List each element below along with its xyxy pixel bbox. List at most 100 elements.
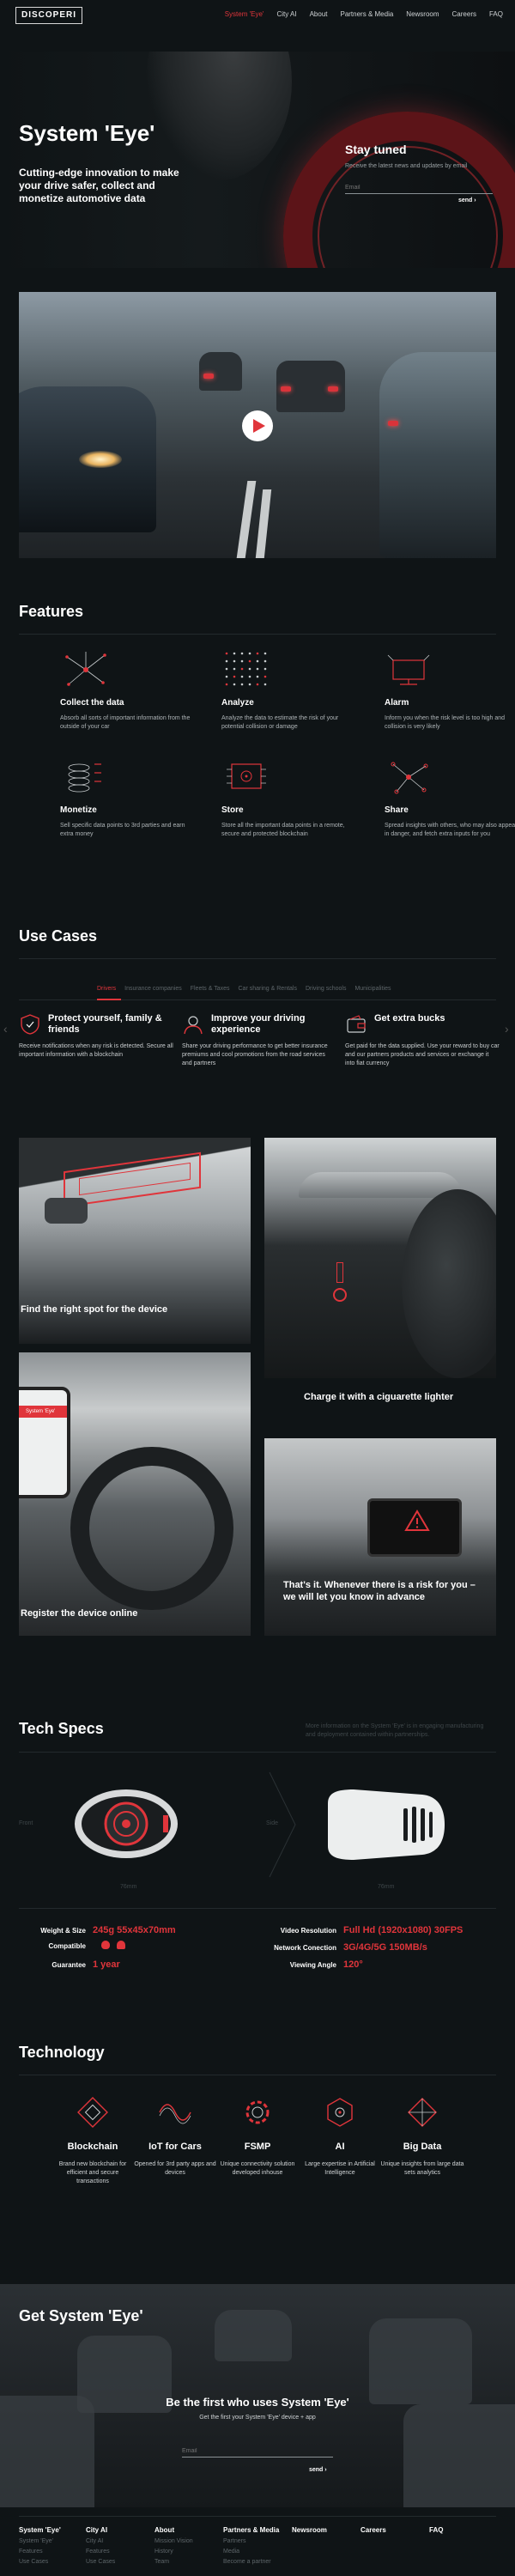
feature-name: Analyze [221, 698, 254, 708]
use-cases-title: Use Cases [19, 927, 98, 945]
tab-fleets[interactable]: Fleets & Taxes [191, 986, 230, 992]
feature-desc: Inform you when the risk level is too hi… [385, 715, 506, 730]
dot [240, 667, 244, 671]
driver-silhouette [402, 1189, 496, 1378]
nav-link-partners-media[interactable]: Partners & Media [340, 10, 393, 18]
footer-link[interactable]: Become a partner [223, 2559, 300, 2565]
nav-link-faq[interactable]: FAQ [489, 10, 503, 18]
footer-link[interactable]: System 'Eye' [19, 2538, 88, 2544]
spec-row: Weight & Size 245g 55x45x70mm [0, 1925, 175, 1935]
dot [240, 683, 244, 686]
footer-col: Partners & Media Partners Media Become a… [223, 2526, 300, 2565]
nav-link-system-eye[interactable]: System 'Eye' [225, 10, 264, 18]
promo-video[interactable] [19, 292, 496, 558]
feature-store: Store Store all the important data point… [221, 756, 367, 839]
footer-heading[interactable]: FAQ [429, 2526, 498, 2534]
use-case-desc: Get paid for the data supplied. Use your… [345, 1043, 500, 1066]
footer-col: About Mission Vision History Team [154, 2526, 223, 2565]
gear-icon [240, 2095, 275, 2129]
newsletter-send-button[interactable]: send › [458, 197, 476, 204]
footer-link[interactable]: Use Cases [19, 2559, 88, 2565]
dash-screen [367, 1498, 462, 1557]
tab-driving-schools[interactable]: Driving schools [306, 986, 346, 992]
signup-email-input[interactable] [182, 2445, 333, 2458]
technology-title: Technology [19, 2044, 105, 2061]
tech-desc: Large expertise in Artificial Intelligen… [305, 2161, 375, 2176]
spec-label: Guarantee [52, 1961, 86, 1969]
taillight [203, 374, 214, 379]
tab-underline-track [19, 999, 496, 1000]
dot [233, 683, 236, 686]
dot [248, 675, 251, 678]
hero-device-shadow [146, 52, 292, 180]
lane-marking [236, 481, 257, 558]
nav-link-city-ai[interactable]: City AI [276, 10, 296, 18]
rear-mirror [45, 1198, 88, 1224]
footer-heading[interactable]: Newsroom [292, 2526, 360, 2534]
get-system-subtitle: Get the first your System 'Eye' device +… [199, 2415, 316, 2421]
spec-row: Network Conection 3G/4G/5G 150MB/s [249, 1942, 427, 1953]
network-icon [60, 648, 206, 691]
footer-link[interactable]: Features [86, 2549, 154, 2555]
phone-app-header: System 'Eye' [19, 1406, 67, 1418]
footer-heading[interactable]: Careers [360, 2526, 429, 2534]
bg-car [215, 2310, 292, 2361]
dot [256, 667, 259, 671]
bg-car [369, 2318, 472, 2404]
chevron-left-icon[interactable]: ‹ [3, 1022, 12, 1039]
nav-link-careers[interactable]: Careers [452, 10, 476, 18]
shield-icon [19, 1013, 41, 1036]
dot [264, 652, 267, 655]
spec-row: Compatible [0, 1941, 125, 1950]
dot [240, 659, 244, 663]
footer-link[interactable]: Media [223, 2549, 300, 2555]
feature-desc: Sell specific data points to 3rd parties… [60, 823, 185, 837]
play-button[interactable] [242, 410, 273, 441]
footer-heading[interactable]: System 'Eye' [19, 2526, 88, 2534]
tab-municipalities[interactable]: Municipalities [354, 986, 391, 992]
footer-link[interactable]: Partners [223, 2538, 300, 2544]
newsletter-email-input[interactable] [345, 182, 493, 194]
use-case-desc: Share your driving performance to get be… [182, 1043, 328, 1066]
feature-desc: Analyze the data to estimate the risk of… [221, 715, 339, 730]
nav-links: System 'Eye' City AI About Partners & Me… [225, 10, 503, 18]
spec-label: Compatible [48, 1942, 86, 1950]
footer-heading[interactable]: About [154, 2526, 223, 2534]
logo[interactable]: DISCOPERI [15, 7, 83, 24]
use-case-title: Improve your driving experience [211, 1013, 306, 1035]
car-ahead [299, 1172, 462, 1198]
nav-link-about[interactable]: About [310, 10, 328, 18]
spec-label: Video Resolution [280, 1927, 336, 1935]
dot [240, 675, 244, 678]
nav-link-newsroom[interactable]: Newsroom [406, 10, 439, 18]
tab-car-sharing[interactable]: Car sharing & Rentals [239, 986, 297, 992]
footer-link[interactable]: City AI [86, 2538, 154, 2544]
footer-link[interactable]: Mission Vision [154, 2538, 223, 2544]
alarm-screen-icon [385, 648, 515, 691]
tab-insurance[interactable]: Insurance companies [124, 986, 182, 992]
chevron-right-icon[interactable]: › [505, 1022, 513, 1039]
footer-link[interactable]: Team [154, 2559, 223, 2565]
spec-label: Viewing Angle [289, 1961, 336, 1969]
footer-link[interactable]: Use Cases [86, 2559, 154, 2565]
dot [256, 675, 259, 678]
spec-value: 1 year [93, 1959, 120, 1970]
chip-icon [221, 756, 367, 799]
feature-alarm: Alarm Inform you when the risk level is … [385, 648, 515, 732]
spec-row: Video Resolution Full Hd (1920x1080) 30FP… [249, 1925, 464, 1935]
footer-col: City AI City AI Features Use Cases [86, 2526, 154, 2565]
dot [264, 683, 267, 686]
footer-link[interactable]: History [154, 2549, 223, 2555]
footer-heading[interactable]: Partners & Media [223, 2526, 300, 2534]
footer-heading[interactable]: City AI [86, 2526, 154, 2534]
spec-row: Guarantee 1 year [0, 1959, 120, 1970]
step-photo-register: System 'Eye' [19, 1352, 251, 1636]
arrow-divider [269, 1771, 296, 1878]
tab-drivers[interactable]: Drivers [97, 986, 116, 992]
footer-link[interactable]: Features [19, 2549, 88, 2555]
dot [233, 667, 236, 671]
feature-analyze: Analyze Analyze the data to estimate the… [221, 648, 367, 732]
play-icon [253, 419, 265, 433]
divider [19, 2516, 496, 2517]
signup-send-button[interactable]: send › [309, 2467, 327, 2473]
